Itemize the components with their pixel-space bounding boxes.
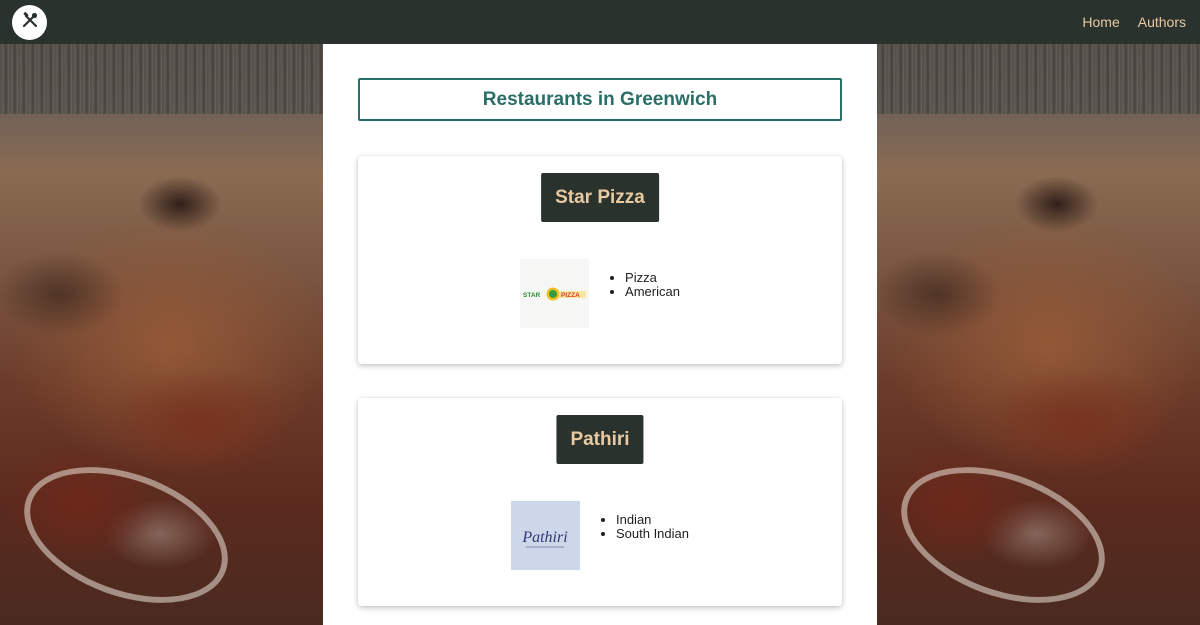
background-image-left <box>0 44 324 625</box>
cuisine-item: South Indian <box>616 527 689 541</box>
svg-text:Pathiri: Pathiri <box>522 529 568 546</box>
main-content: Restaurants in Greenwich Star Pizza STAR… <box>323 44 877 625</box>
restaurant-name[interactable]: Star Pizza <box>541 173 659 222</box>
cuisine-item: Indian <box>616 513 689 527</box>
cuisine-list: Indian South Indian <box>600 513 689 541</box>
svg-text:PIZZA: PIZZA <box>561 292 580 299</box>
cuisine-list: Pizza American <box>609 271 680 299</box>
cuisine-item: Pizza <box>625 271 680 285</box>
restaurant-details: Pathiri Indian South Indian <box>358 501 842 570</box>
restaurant-name[interactable]: Pathiri <box>556 415 644 464</box>
home-logo-button[interactable] <box>12 4 47 40</box>
nav-links: Home Authors <box>1082 14 1186 30</box>
cuisine-item: American <box>625 285 680 299</box>
restaurant-logo: Pathiri <box>510 501 580 570</box>
page-title: Restaurants in Greenwich <box>358 78 842 121</box>
restaurant-logo: STAR PIZZA <box>520 259 590 328</box>
restaurant-card-star-pizza[interactable]: Star Pizza STAR PIZZA Pizza American <box>358 156 842 364</box>
restaurant-card-pathiri[interactable]: Pathiri Pathiri Indian South Indian <box>358 398 842 606</box>
restaurant-details: STAR PIZZA Pizza American <box>358 259 842 328</box>
nav-link-authors[interactable]: Authors <box>1138 14 1186 30</box>
nav-link-home[interactable]: Home <box>1082 14 1119 30</box>
top-navbar: Home Authors <box>0 0 1200 44</box>
utensils-icon <box>20 10 40 34</box>
svg-text:STAR: STAR <box>523 292 541 299</box>
background-image-right <box>877 44 1200 625</box>
